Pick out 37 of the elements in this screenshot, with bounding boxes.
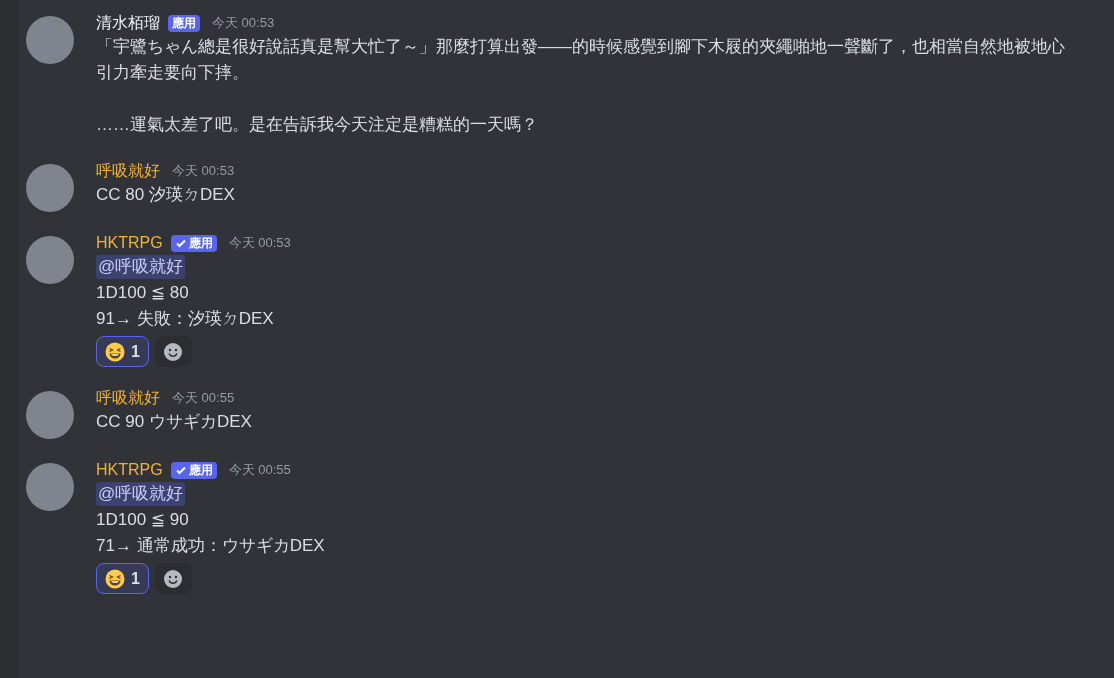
add-reaction-button[interactable]	[154, 563, 192, 594]
avatar[interactable]	[26, 391, 74, 439]
message-text: 91→ 失敗：汐瑛ㄉDEX	[96, 308, 275, 330]
checkmark-icon	[174, 464, 187, 476]
timestamp: 今天 00:53	[212, 14, 275, 32]
username[interactable]: HKTRPG	[96, 232, 163, 254]
message-text: 1D100 ≦ 80	[96, 282, 190, 304]
message-text: 71→ 通常成功：ウサギカDEX	[96, 535, 325, 557]
avatar[interactable]	[26, 463, 74, 511]
avatar[interactable]	[26, 164, 74, 212]
message-text: CC 80 汐瑛ㄉDEX	[96, 184, 235, 206]
add-reaction-icon	[163, 341, 184, 362]
laughing-face-icon	[105, 568, 125, 589]
avatar[interactable]	[26, 236, 74, 284]
avatar[interactable]	[26, 16, 74, 64]
laughing-face-icon	[105, 341, 125, 362]
reaction-button[interactable]: 1	[96, 336, 149, 367]
user-mention[interactable]: @呼吸就好	[96, 255, 186, 279]
timestamp: 今天 00:55	[172, 389, 235, 407]
message-text: 「宇鷺ちゃん總是很好說話真是幫大忙了～」那麼打算出發——的時候感覺到腳下木屐的夾繩啪地一聲斷了，也相當自然地被地心引力牽走要向下摔。 ……運氣太差了吧。是在告訴我今天注定是糟糕的一天嗎？	[96, 36, 1066, 136]
timestamp: 今天 00:55	[228, 461, 291, 479]
username[interactable]: 呼吸就好	[96, 387, 160, 409]
username[interactable]: 清水栢瑠	[96, 12, 160, 34]
username[interactable]: HKTRPG	[96, 459, 163, 481]
app-badge: 應用	[170, 234, 217, 252]
add-reaction-button[interactable]	[154, 336, 192, 367]
message-text: CC 90 ウサギカDEX	[96, 411, 252, 433]
checkmark-icon	[174, 237, 187, 249]
message-text: 1D100 ≦ 90	[96, 509, 190, 531]
timestamp: 今天 00:53	[172, 162, 235, 180]
app-badge: 應用	[170, 461, 217, 479]
reaction-button[interactable]: 1	[96, 563, 149, 594]
username[interactable]: 呼吸就好	[96, 160, 160, 182]
user-mention[interactable]: @呼吸就好	[96, 482, 186, 506]
timestamp: 今天 00:53	[228, 234, 291, 252]
add-reaction-icon	[163, 568, 184, 589]
app-badge: 應用	[168, 14, 200, 32]
